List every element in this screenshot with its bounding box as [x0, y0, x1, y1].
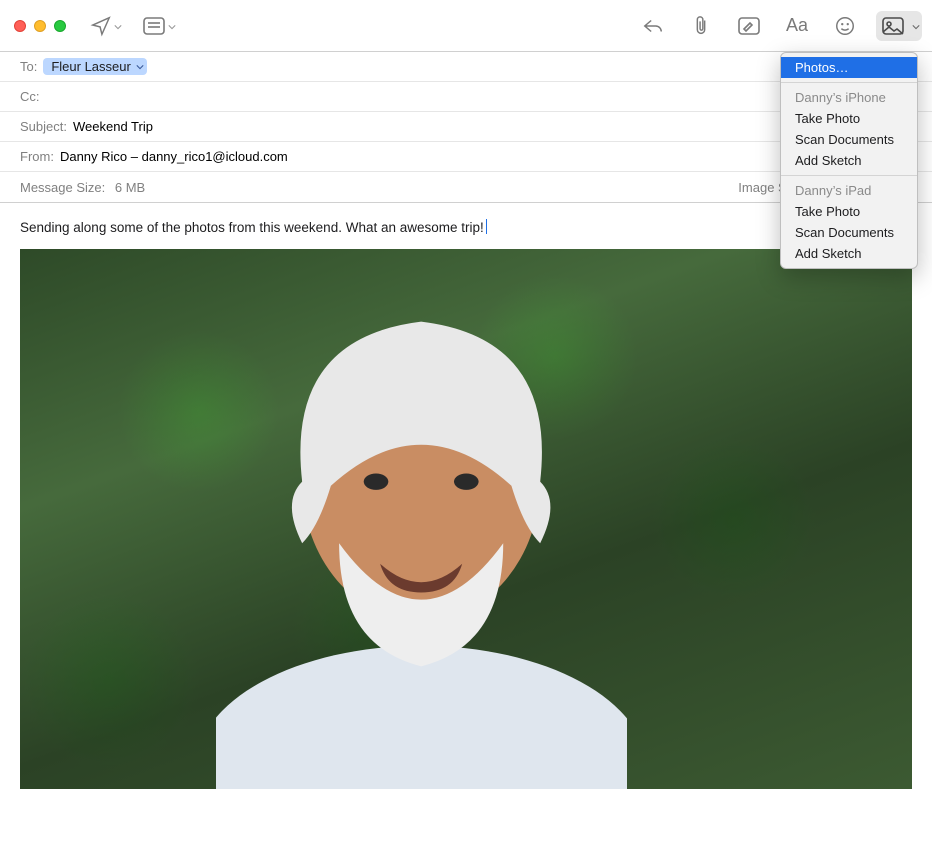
menu-separator — [781, 175, 917, 176]
recipient-token[interactable]: Fleur Lasseur — [43, 58, 146, 75]
zoom-window-button[interactable] — [54, 20, 66, 32]
subject-value: Weekend Trip — [73, 119, 153, 134]
menu-item-ipad-scan[interactable]: Scan Documents — [781, 222, 917, 243]
format-icon: Aa — [786, 15, 808, 36]
compose-toolbar: Aa — [0, 0, 932, 52]
menu-item-ipad-take-photo[interactable]: Take Photo — [781, 201, 917, 222]
menu-item-ipad-sketch[interactable]: Add Sketch — [781, 243, 917, 264]
menu-separator — [781, 82, 917, 83]
subject-label: Subject: — [20, 119, 67, 134]
body-text: Sending along some of the photos from th… — [20, 220, 484, 235]
recipient-name: Fleur Lasseur — [51, 59, 130, 74]
window-controls — [14, 20, 66, 32]
menu-item-photos[interactable]: Photos… — [781, 57, 917, 78]
photo-browser-menu: Photos… Danny’s iPhone Take Photo Scan D… — [780, 52, 918, 269]
emoji-button[interactable] — [828, 11, 862, 41]
header-fields-button[interactable] — [142, 11, 178, 41]
menu-item-iphone-scan[interactable]: Scan Documents — [781, 129, 917, 150]
attach-button[interactable] — [684, 11, 718, 41]
from-label: From: — [20, 149, 54, 164]
person-in-photo — [216, 256, 626, 789]
menu-header-ipad: Danny’s iPad — [781, 180, 917, 201]
to-label: To: — [20, 59, 37, 74]
menu-header-iphone: Danny’s iPhone — [781, 87, 917, 108]
message-size-value: 6 MB — [115, 180, 145, 195]
photo-browser-button[interactable] — [876, 11, 922, 41]
close-window-button[interactable] — [14, 20, 26, 32]
attached-photo[interactable] — [20, 249, 912, 789]
message-body[interactable]: Sending along some of the photos from th… — [0, 203, 932, 789]
minimize-window-button[interactable] — [34, 20, 46, 32]
chevron-down-icon — [136, 63, 144, 71]
menu-item-iphone-sketch[interactable]: Add Sketch — [781, 150, 917, 171]
format-button[interactable]: Aa — [780, 11, 814, 41]
message-size-label: Message Size: — [20, 180, 105, 195]
markup-button[interactable] — [732, 11, 766, 41]
reply-button[interactable] — [636, 11, 670, 41]
send-button[interactable] — [90, 11, 124, 41]
cc-label: Cc: — [20, 89, 40, 104]
text-cursor — [486, 219, 487, 234]
menu-item-iphone-take-photo[interactable]: Take Photo — [781, 108, 917, 129]
from-value: Danny Rico – danny_rico1@icloud.com — [60, 149, 288, 164]
